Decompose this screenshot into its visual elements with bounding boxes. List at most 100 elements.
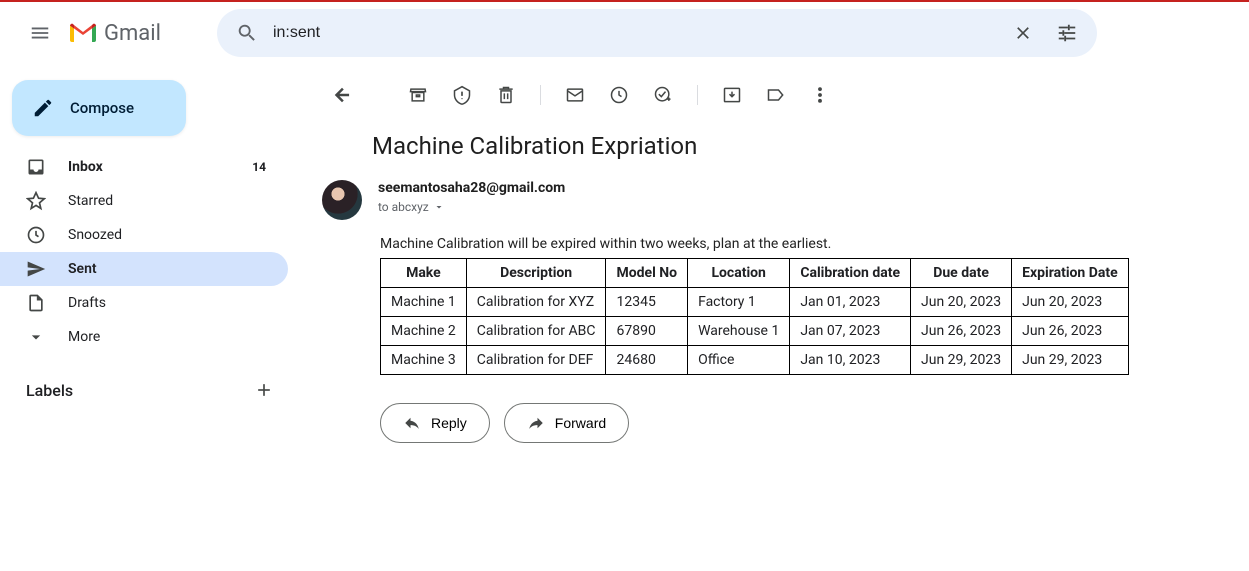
table-header: Calibration date [790,259,911,288]
compose-label: Compose [70,99,134,117]
chevron-down-icon [26,327,46,347]
forward-button[interactable]: Forward [504,403,629,443]
clock-icon [609,85,629,105]
reply-button[interactable]: Reply [380,403,490,443]
more-button[interactable] [800,75,840,115]
clock-icon [26,225,46,245]
email-actions: Reply Forward [380,403,1249,443]
nav-list: Inbox 14 Starred Snoozed Sent Drafts [0,150,300,354]
sidebar: Compose Inbox 14 Starred Snoozed Sent [0,64,300,571]
gmail-logo-icon [68,22,98,44]
nav-sent[interactable]: Sent [0,252,288,286]
compose-button[interactable]: Compose [12,80,186,136]
search-button[interactable] [225,11,269,55]
table-cell: Machine 2 [381,317,467,346]
labels-button[interactable] [756,75,796,115]
nav-more[interactable]: More [0,320,288,354]
main: Compose Inbox 14 Starred Snoozed Sent [0,64,1249,571]
more-vert-icon [810,85,830,105]
move-to-button[interactable] [712,75,752,115]
table-cell: 24680 [606,346,688,375]
plus-icon [254,380,274,400]
email-body-intro: Machine Calibration will be expired with… [300,232,1249,258]
nav-snoozed[interactable]: Snoozed [0,218,288,252]
search-options-button[interactable] [1045,11,1089,55]
sender-email: seemantosaha28@gmail.com [378,180,565,196]
search-input[interactable] [269,24,1001,42]
trash-icon [496,85,516,105]
reply-icon [403,414,421,432]
table-cell: Office [688,346,790,375]
nav-inbox[interactable]: Inbox 14 [0,150,288,184]
task-icon [653,85,673,105]
table-cell: Warehouse 1 [688,317,790,346]
spam-icon [452,85,472,105]
email-subject: Machine Calibration Expriation [300,124,1249,180]
nav-label: More [68,329,100,345]
toolbar-divider [540,85,541,105]
table-cell: Jan 01, 2023 [790,288,911,317]
clear-search-button[interactable] [1001,11,1045,55]
email-toolbar [300,66,1249,124]
nav-label: Inbox [68,159,103,175]
table-header: Location [688,259,790,288]
labels-header: Labels [0,354,300,406]
add-task-button[interactable] [643,75,683,115]
nav-label: Snoozed [68,227,122,243]
content: Machine Calibration Expriation seemantos… [300,66,1249,571]
delete-button[interactable] [486,75,526,115]
table-cell: 67890 [606,317,688,346]
table-row: Machine 1Calibration for XYZ12345Factory… [381,288,1129,317]
hamburger-icon [29,22,51,44]
labels-title: Labels [26,381,73,400]
table-header: Expiration Date [1012,259,1129,288]
inbox-icon [26,157,46,177]
topbar: Gmail [0,0,1249,64]
spam-button[interactable] [442,75,482,115]
back-button[interactable] [322,75,362,115]
tune-icon [1056,22,1078,44]
file-icon [26,293,46,313]
table-cell: Jun 20, 2023 [1012,288,1129,317]
table-cell: Jan 10, 2023 [790,346,911,375]
label-icon [766,85,786,105]
table-cell: Jun 29, 2023 [911,346,1012,375]
move-to-icon [722,85,742,105]
recipient-line[interactable]: to abcxyz [378,200,565,214]
table-cell: Jun 29, 2023 [1012,346,1129,375]
table-cell: Factory 1 [688,288,790,317]
mark-unread-button[interactable] [555,75,595,115]
avatar[interactable] [322,180,362,220]
table-header: Make [381,259,467,288]
toolbar-divider [697,85,698,105]
search-icon [236,22,258,44]
table-cell: 12345 [606,288,688,317]
nav-drafts[interactable]: Drafts [0,286,288,320]
snooze-button[interactable] [599,75,639,115]
add-label-button[interactable] [248,374,280,406]
table-cell: Jan 07, 2023 [790,317,911,346]
recipient-text: to abcxyz [378,200,429,214]
table-cell: Calibration for DEF [466,346,606,375]
reply-label: Reply [431,415,467,431]
star-icon [26,191,46,211]
table-cell: Jun 26, 2023 [1012,317,1129,346]
calibration-table: MakeDescriptionModel NoLocationCalibrati… [380,258,1129,375]
forward-icon [527,414,545,432]
gmail-logo[interactable]: Gmail [68,21,161,46]
archive-button[interactable] [398,75,438,115]
menu-button[interactable] [16,9,64,57]
nav-count: 14 [252,160,266,174]
table-row: Machine 2Calibration for ABC67890Warehou… [381,317,1129,346]
nav-label: Starred [68,193,113,209]
forward-label: Forward [555,415,606,431]
table-header: Due date [911,259,1012,288]
email-header: seemantosaha28@gmail.com to abcxyz [300,180,1249,232]
nav-starred[interactable]: Starred [0,184,288,218]
close-icon [1013,23,1033,43]
search-bar [217,9,1097,57]
table-cell: Jun 20, 2023 [911,288,1012,317]
table-cell: Calibration for ABC [466,317,606,346]
table-cell: Machine 1 [381,288,467,317]
nav-label: Drafts [68,295,106,311]
